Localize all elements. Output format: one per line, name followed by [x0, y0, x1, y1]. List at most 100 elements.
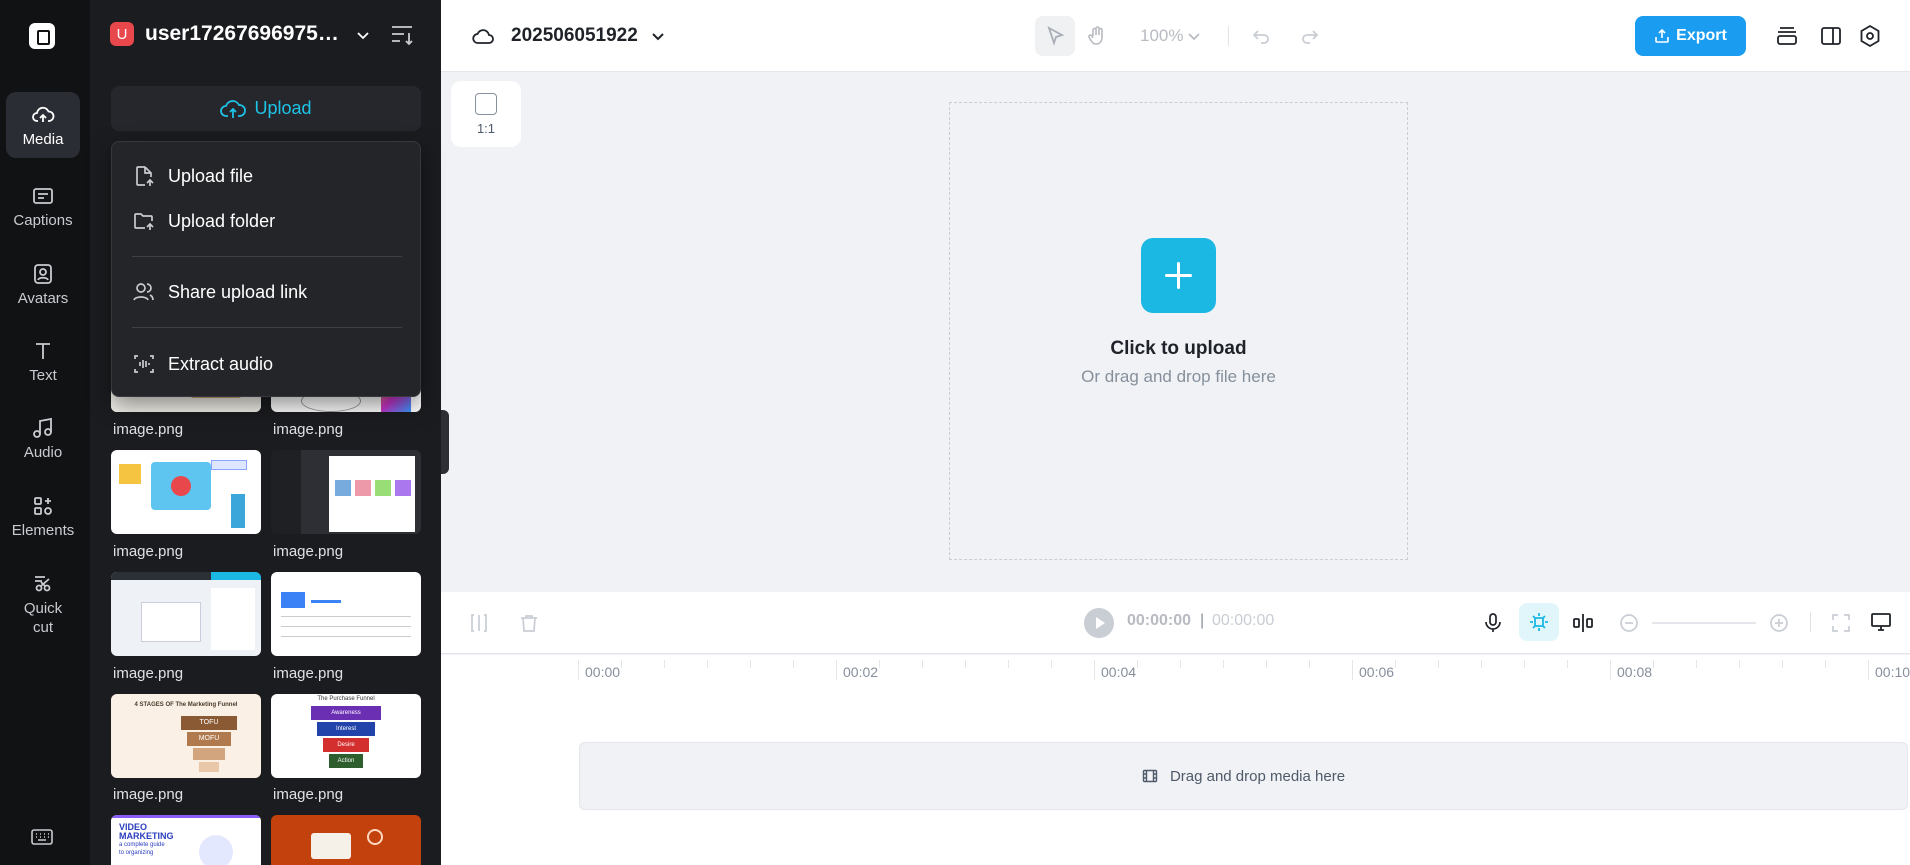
undo-icon[interactable] [1249, 24, 1273, 48]
ruler-major-tick [1094, 660, 1095, 680]
trash-icon[interactable] [518, 612, 540, 634]
ruler-minor-tick [1653, 660, 1654, 668]
rail-label: Captions [13, 212, 73, 229]
panel-collapse-handle[interactable] [441, 410, 449, 474]
media-thumb[interactable]: The Purchase Funnel Awareness Interest D… [271, 694, 421, 778]
ruler-minor-tick [1739, 660, 1740, 668]
ruler-minor-tick [1567, 660, 1568, 668]
ruler-minor-tick [965, 660, 966, 668]
menu-item-share-upload-link[interactable]: Share upload link [132, 280, 307, 304]
add-media-button[interactable] [1141, 238, 1216, 313]
timeline-zoom-slider[interactable] [1652, 622, 1756, 624]
media-thumb[interactable] [111, 450, 261, 534]
media-thumb[interactable]: VIDEO MARKETING a complete guide to orga… [111, 815, 261, 865]
account-switcher[interactable]: U user1726769697550 [110, 22, 339, 46]
thumb-text: Desire [323, 738, 369, 752]
captions-icon [33, 188, 53, 204]
thumb-graphic [111, 815, 261, 818]
menu-item-extract-audio[interactable]: Extract audio [132, 352, 273, 376]
ruler-major-tick [578, 660, 579, 680]
ruler-minor-tick [1696, 660, 1697, 668]
rail-label: Avatars [17, 290, 69, 307]
thumb-graphic [281, 636, 411, 637]
rail-item-media[interactable]: Media [6, 92, 80, 158]
sort-icon[interactable] [390, 24, 414, 46]
panel-layout-icon[interactable] [1819, 24, 1843, 48]
thumb-graphic [281, 616, 411, 617]
menu-item-upload-file[interactable]: Upload file [132, 164, 253, 188]
ruler-minor-tick [1051, 660, 1052, 668]
chevron-down-icon [652, 33, 664, 41]
media-panel: U user1726769697550 Upload image.png ima… [90, 0, 441, 865]
ruler-minor-tick [621, 660, 622, 668]
microphone-icon[interactable] [1482, 612, 1504, 634]
export-button[interactable]: Export [1635, 16, 1746, 56]
fullscreen-icon[interactable] [1830, 612, 1852, 634]
media-thumb[interactable] [111, 572, 261, 656]
rail-item-elements[interactable]: Elements [6, 494, 80, 539]
media-name: image.png [113, 665, 184, 682]
rail-item-captions[interactable]: Captions [6, 184, 80, 229]
upload-button[interactable]: Upload [111, 86, 421, 131]
select-tool-button[interactable] [1035, 16, 1075, 56]
settings-icon[interactable] [1858, 24, 1882, 48]
upload-file-icon [136, 166, 154, 186]
keyboard-icon[interactable] [31, 829, 53, 845]
zoom-select[interactable]: 100% [1140, 26, 1201, 46]
aspect-ratio-button[interactable]: 1:1 [451, 81, 521, 147]
redo-icon[interactable] [1298, 24, 1322, 48]
magnet-icon [1530, 613, 1548, 631]
chevron-down-icon[interactable] [356, 28, 370, 42]
cloud-icon [472, 29, 494, 44]
hand-tool-button[interactable] [1077, 16, 1117, 56]
rail-item-text[interactable]: Text [6, 339, 80, 384]
rail-item-quick-cut[interactable]: Quick cut [6, 571, 80, 637]
ruler-minor-tick [1481, 660, 1482, 668]
ruler-label: 00:08 [1617, 664, 1653, 680]
thumb-graphic [211, 572, 261, 580]
toolbar-divider [1810, 612, 1811, 632]
cloud-upload-icon [32, 106, 55, 122]
ruler-major-tick [1352, 660, 1353, 680]
media-thumb[interactable]: 4 STAGES OF The Marketing Funnel TOFU MO… [111, 694, 261, 778]
thumb-graphic [119, 464, 141, 484]
canvas-drop-zone[interactable] [949, 102, 1408, 560]
music-note-icon [33, 417, 52, 438]
top-bar: 202506051922 100% Export [441, 0, 1910, 72]
main-track-drop-zone[interactable]: Drag and drop media here [579, 742, 1908, 810]
time-separator: | [1200, 612, 1205, 629]
app-logo[interactable] [29, 23, 55, 49]
upload-title: Click to upload [1110, 338, 1247, 359]
rail-label: Audio [23, 444, 63, 461]
project-title[interactable]: 202506051922 [471, 24, 666, 48]
users-icon [133, 283, 154, 301]
account-name: user1726769697550 [145, 22, 339, 45]
split-screen-icon[interactable] [1572, 612, 1594, 634]
ruler-major-tick [836, 660, 837, 680]
monitor-icon[interactable] [1870, 611, 1892, 633]
zoom-out-icon[interactable] [1618, 612, 1640, 634]
thumb-text: Action [329, 754, 363, 768]
thumb-text: TOFU [181, 716, 237, 730]
split-icon[interactable] [468, 612, 490, 634]
ruler-label: 00:10 [1875, 664, 1910, 680]
cursor-icon [1047, 26, 1065, 46]
rail-item-audio[interactable]: Audio [6, 416, 80, 461]
menu-item-upload-folder[interactable]: Upload folder [132, 209, 275, 233]
thumb-graphic [375, 480, 391, 496]
aspect-ratio-icon [475, 92, 497, 115]
layers-icon[interactable] [1775, 24, 1799, 48]
ruler-minor-tick [922, 660, 923, 668]
rail-item-avatars[interactable]: Avatars [6, 262, 80, 307]
left-rail: Media Captions Avatars Text Audio Elemen… [0, 0, 90, 865]
menu-item-label: Extract audio [168, 353, 274, 374]
media-thumb[interactable] [271, 572, 421, 656]
media-thumb[interactable] [271, 450, 421, 534]
ruler-minor-tick [1008, 660, 1009, 668]
chevron-down-icon [1188, 33, 1201, 41]
play-button[interactable] [1084, 608, 1114, 638]
rail-label: Quick cut [23, 600, 63, 636]
zoom-in-icon[interactable] [1768, 612, 1790, 634]
text-icon [36, 343, 50, 359]
media-thumb[interactable] [271, 815, 421, 865]
